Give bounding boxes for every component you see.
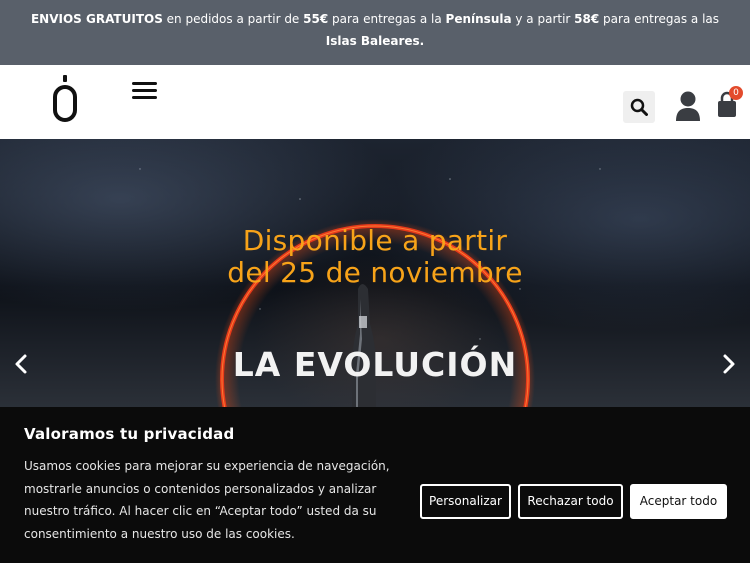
hero-title: Disponible a partir del 25 de noviembre	[0, 225, 750, 289]
announcement-segment: Península	[445, 12, 512, 26]
announcement-segment: en pedidos a partir de	[162, 12, 304, 26]
accept-all-button[interactable]: Aceptar todo	[630, 484, 727, 519]
announcement-bar: ENVIOS GRATUITOS en pedidos a partir de …	[0, 0, 750, 65]
announcement-segment: y a partir	[511, 12, 575, 26]
hero-slider: Disponible a partir del 25 de noviembre …	[0, 139, 750, 407]
cookie-consent-banner: Valoramos tu privacidad Usamos cookies p…	[0, 407, 750, 563]
announcement-segment: para entregas a la	[328, 12, 446, 26]
announcement-segment: 58€	[574, 12, 600, 26]
personalize-button[interactable]: Personalizar	[420, 484, 511, 519]
hero-title-line-2: del 25 de noviembre	[227, 256, 523, 289]
chevron-right-icon[interactable]	[721, 353, 737, 375]
announcement-segment: 55€	[303, 12, 329, 26]
cart-count-badge: 0	[729, 86, 743, 100]
announcement-segment: para entregas a las	[599, 12, 720, 26]
reject-all-button[interactable]: Rechazar todo	[518, 484, 623, 519]
site-header: 0	[0, 65, 750, 139]
hero-title-line-1: Disponible a partir	[242, 224, 508, 257]
cookie-description: Usamos cookies para mejorar su experienc…	[24, 459, 390, 541]
search-icon	[630, 98, 648, 116]
search-button[interactable]	[623, 91, 655, 123]
announcement-segment: ENVIOS GRATUITOS	[30, 12, 163, 26]
cookie-title: Valoramos tu privacidad	[24, 425, 235, 443]
hamburger-menu-icon[interactable]	[132, 82, 157, 102]
announcement-segment: Islas Baleares.	[325, 34, 425, 48]
user-icon[interactable]	[674, 91, 702, 121]
chevron-left-icon[interactable]	[13, 353, 29, 375]
hero-headline: LA EVOLUCIÓN	[232, 345, 518, 384]
brand-o-logo-icon[interactable]	[52, 74, 78, 122]
announcement-text: ENVIOS GRATUITOS en pedidos a partir de …	[31, 12, 719, 48]
